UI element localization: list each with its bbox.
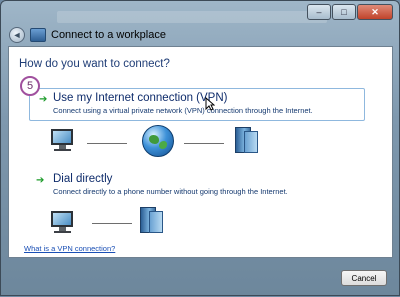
window-controls: – □ ✕ — [307, 4, 393, 20]
connection-line — [87, 143, 127, 144]
internet-globe-icon — [142, 125, 174, 157]
back-arrow-icon[interactable]: ◄ — [9, 27, 25, 43]
dial-option-title[interactable]: Dial directly — [53, 173, 112, 185]
dialog-header: ◄ Connect to a workplace — [9, 27, 166, 43]
green-arrow-icon: ➔ — [36, 175, 45, 186]
green-arrow-icon: ➔ — [39, 94, 48, 105]
maximize-button[interactable]: □ — [332, 4, 356, 20]
background-address-bar — [57, 11, 327, 23]
minimize-button[interactable]: – — [307, 4, 331, 20]
mouse-cursor-icon — [205, 97, 215, 111]
dialog-footer: Cancel — [1, 258, 400, 297]
vpn-help-link[interactable]: What is a VPN connection? — [24, 244, 115, 253]
vpn-option-description: Connect using a virtual private network … — [53, 106, 313, 115]
dialog-title: Connect to a workplace — [51, 29, 166, 41]
step-number-badge: 5 — [20, 76, 40, 96]
connection-line — [184, 143, 224, 144]
close-button[interactable]: ✕ — [357, 4, 393, 20]
network-connection-icon — [30, 28, 46, 42]
connection-line — [92, 223, 132, 224]
cancel-button[interactable]: Cancel — [341, 270, 387, 286]
window-frame: – □ ✕ ◄ Connect to a workplace How do yo… — [0, 0, 400, 296]
page-heading: How do you want to connect? — [19, 58, 170, 70]
dial-option-description: Connect directly to a phone number witho… — [53, 187, 288, 196]
vpn-option-title[interactable]: Use my Internet connection (VPN) — [53, 92, 228, 104]
content-panel: How do you want to connect? 5 ➔ Use my I… — [8, 46, 393, 258]
